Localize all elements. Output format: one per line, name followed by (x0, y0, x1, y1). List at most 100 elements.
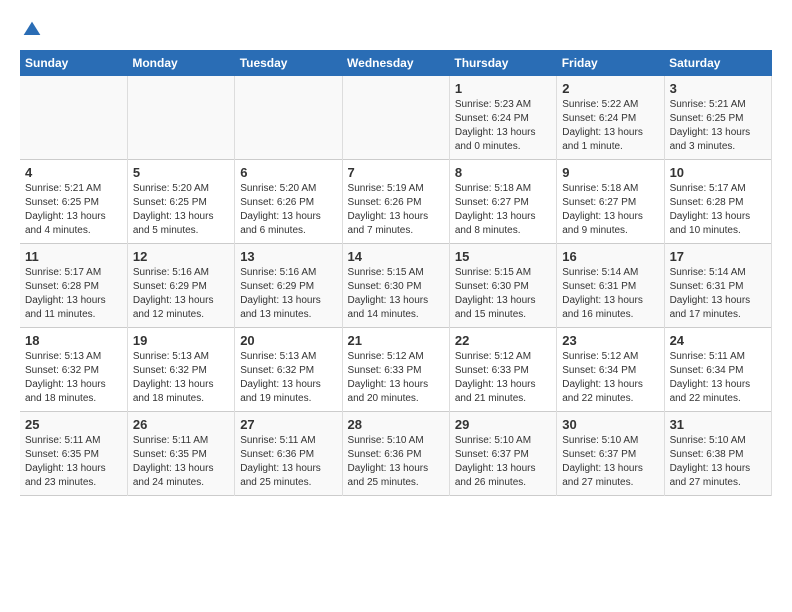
calendar-cell: 5 Sunrise: 5:20 AM Sunset: 6:25 PM Dayli… (127, 160, 234, 244)
calendar-week-4: 18 Sunrise: 5:13 AM Sunset: 6:32 PM Dayl… (20, 328, 772, 412)
calendar-cell: 10 Sunrise: 5:17 AM Sunset: 6:28 PM Dayl… (664, 160, 771, 244)
calendar-cell: 7 Sunrise: 5:19 AM Sunset: 6:26 PM Dayli… (342, 160, 449, 244)
sunrise-text: Sunrise: 5:13 AM (133, 351, 209, 362)
sunrise-text: Sunrise: 5:11 AM (240, 435, 315, 446)
sunset-text: Sunset: 6:32 PM (133, 365, 207, 376)
header-tuesday: Tuesday (235, 50, 342, 76)
sunrise-text: Sunrise: 5:19 AM (348, 183, 424, 194)
day-number: 1 (455, 81, 551, 96)
day-number: 13 (240, 249, 336, 264)
daylight-text: Daylight: 13 hours and 8 minutes. (455, 211, 536, 236)
sunset-text: Sunset: 6:35 PM (25, 449, 99, 460)
day-number: 15 (455, 249, 551, 264)
day-info: Sunrise: 5:12 AM Sunset: 6:33 PM Dayligh… (348, 350, 444, 406)
daylight-text: Daylight: 13 hours and 6 minutes. (240, 211, 321, 236)
day-number: 4 (25, 165, 122, 180)
calendar-cell: 26 Sunrise: 5:11 AM Sunset: 6:35 PM Dayl… (127, 412, 234, 496)
sunset-text: Sunset: 6:25 PM (670, 113, 744, 124)
daylight-text: Daylight: 13 hours and 11 minutes. (25, 295, 106, 320)
sunset-text: Sunset: 6:26 PM (348, 197, 422, 208)
day-number: 25 (25, 417, 122, 432)
day-number: 8 (455, 165, 551, 180)
calendar-cell: 6 Sunrise: 5:20 AM Sunset: 6:26 PM Dayli… (235, 160, 342, 244)
sunset-text: Sunset: 6:37 PM (455, 449, 529, 460)
sunrise-text: Sunrise: 5:17 AM (25, 267, 101, 278)
sunrise-text: Sunrise: 5:16 AM (240, 267, 316, 278)
day-number: 21 (348, 333, 444, 348)
daylight-text: Daylight: 13 hours and 18 minutes. (25, 379, 106, 404)
daylight-text: Daylight: 13 hours and 25 minutes. (240, 463, 321, 488)
daylight-text: Daylight: 13 hours and 16 minutes. (562, 295, 643, 320)
daylight-text: Daylight: 13 hours and 9 minutes. (562, 211, 643, 236)
daylight-text: Daylight: 13 hours and 10 minutes. (670, 211, 751, 236)
daylight-text: Daylight: 13 hours and 4 minutes. (25, 211, 106, 236)
sunrise-text: Sunrise: 5:21 AM (670, 99, 746, 110)
daylight-text: Daylight: 13 hours and 23 minutes. (25, 463, 106, 488)
day-number: 30 (562, 417, 658, 432)
day-number: 31 (670, 417, 766, 432)
day-number: 3 (670, 81, 766, 96)
calendar-cell: 15 Sunrise: 5:15 AM Sunset: 6:30 PM Dayl… (449, 244, 556, 328)
header-saturday: Saturday (664, 50, 771, 76)
day-info: Sunrise: 5:19 AM Sunset: 6:26 PM Dayligh… (348, 182, 444, 238)
daylight-text: Daylight: 13 hours and 22 minutes. (562, 379, 643, 404)
day-info: Sunrise: 5:17 AM Sunset: 6:28 PM Dayligh… (25, 266, 122, 322)
header-friday: Friday (557, 50, 664, 76)
day-number: 22 (455, 333, 551, 348)
header-wednesday: Wednesday (342, 50, 449, 76)
sunset-text: Sunset: 6:27 PM (455, 197, 529, 208)
daylight-text: Daylight: 13 hours and 17 minutes. (670, 295, 751, 320)
day-number: 12 (133, 249, 229, 264)
sunset-text: Sunset: 6:25 PM (25, 197, 99, 208)
calendar-cell: 19 Sunrise: 5:13 AM Sunset: 6:32 PM Dayl… (127, 328, 234, 412)
sunrise-text: Sunrise: 5:22 AM (562, 99, 638, 110)
sunrise-text: Sunrise: 5:15 AM (348, 267, 424, 278)
sunset-text: Sunset: 6:36 PM (348, 449, 422, 460)
calendar-cell: 9 Sunrise: 5:18 AM Sunset: 6:27 PM Dayli… (557, 160, 664, 244)
daylight-text: Daylight: 13 hours and 24 minutes. (133, 463, 214, 488)
day-info: Sunrise: 5:11 AM Sunset: 6:34 PM Dayligh… (670, 350, 766, 406)
sunset-text: Sunset: 6:26 PM (240, 197, 314, 208)
logo-icon (22, 20, 42, 40)
sunrise-text: Sunrise: 5:10 AM (348, 435, 424, 446)
sunrise-text: Sunrise: 5:11 AM (133, 435, 208, 446)
day-info: Sunrise: 5:17 AM Sunset: 6:28 PM Dayligh… (670, 182, 766, 238)
day-number: 10 (670, 165, 766, 180)
calendar-cell: 29 Sunrise: 5:10 AM Sunset: 6:37 PM Dayl… (449, 412, 556, 496)
day-info: Sunrise: 5:14 AM Sunset: 6:31 PM Dayligh… (670, 266, 766, 322)
day-info: Sunrise: 5:11 AM Sunset: 6:36 PM Dayligh… (240, 434, 336, 490)
daylight-text: Daylight: 13 hours and 7 minutes. (348, 211, 429, 236)
sunset-text: Sunset: 6:30 PM (455, 281, 529, 292)
day-number: 18 (25, 333, 122, 348)
day-info: Sunrise: 5:10 AM Sunset: 6:36 PM Dayligh… (348, 434, 444, 490)
day-number: 28 (348, 417, 444, 432)
day-number: 26 (133, 417, 229, 432)
day-info: Sunrise: 5:12 AM Sunset: 6:33 PM Dayligh… (455, 350, 551, 406)
calendar-cell: 31 Sunrise: 5:10 AM Sunset: 6:38 PM Dayl… (664, 412, 771, 496)
sunset-text: Sunset: 6:30 PM (348, 281, 422, 292)
calendar-cell: 27 Sunrise: 5:11 AM Sunset: 6:36 PM Dayl… (235, 412, 342, 496)
calendar-cell: 24 Sunrise: 5:11 AM Sunset: 6:34 PM Dayl… (664, 328, 771, 412)
sunrise-text: Sunrise: 5:11 AM (670, 351, 745, 362)
daylight-text: Daylight: 13 hours and 21 minutes. (455, 379, 536, 404)
day-info: Sunrise: 5:16 AM Sunset: 6:29 PM Dayligh… (240, 266, 336, 322)
day-info: Sunrise: 5:13 AM Sunset: 6:32 PM Dayligh… (133, 350, 229, 406)
sunset-text: Sunset: 6:28 PM (25, 281, 99, 292)
calendar-cell (235, 76, 342, 160)
sunrise-text: Sunrise: 5:17 AM (670, 183, 746, 194)
sunrise-text: Sunrise: 5:15 AM (455, 267, 531, 278)
calendar-cell: 11 Sunrise: 5:17 AM Sunset: 6:28 PM Dayl… (20, 244, 127, 328)
calendar-cell: 25 Sunrise: 5:11 AM Sunset: 6:35 PM Dayl… (20, 412, 127, 496)
daylight-text: Daylight: 13 hours and 27 minutes. (562, 463, 643, 488)
sunset-text: Sunset: 6:36 PM (240, 449, 314, 460)
calendar-cell: 22 Sunrise: 5:12 AM Sunset: 6:33 PM Dayl… (449, 328, 556, 412)
sunset-text: Sunset: 6:25 PM (133, 197, 207, 208)
daylight-text: Daylight: 13 hours and 14 minutes. (348, 295, 429, 320)
sunrise-text: Sunrise: 5:16 AM (133, 267, 209, 278)
daylight-text: Daylight: 13 hours and 20 minutes. (348, 379, 429, 404)
sunrise-text: Sunrise: 5:12 AM (348, 351, 424, 362)
calendar-cell: 23 Sunrise: 5:12 AM Sunset: 6:34 PM Dayl… (557, 328, 664, 412)
day-number: 2 (562, 81, 658, 96)
daylight-text: Daylight: 13 hours and 26 minutes. (455, 463, 536, 488)
daylight-text: Daylight: 13 hours and 5 minutes. (133, 211, 214, 236)
